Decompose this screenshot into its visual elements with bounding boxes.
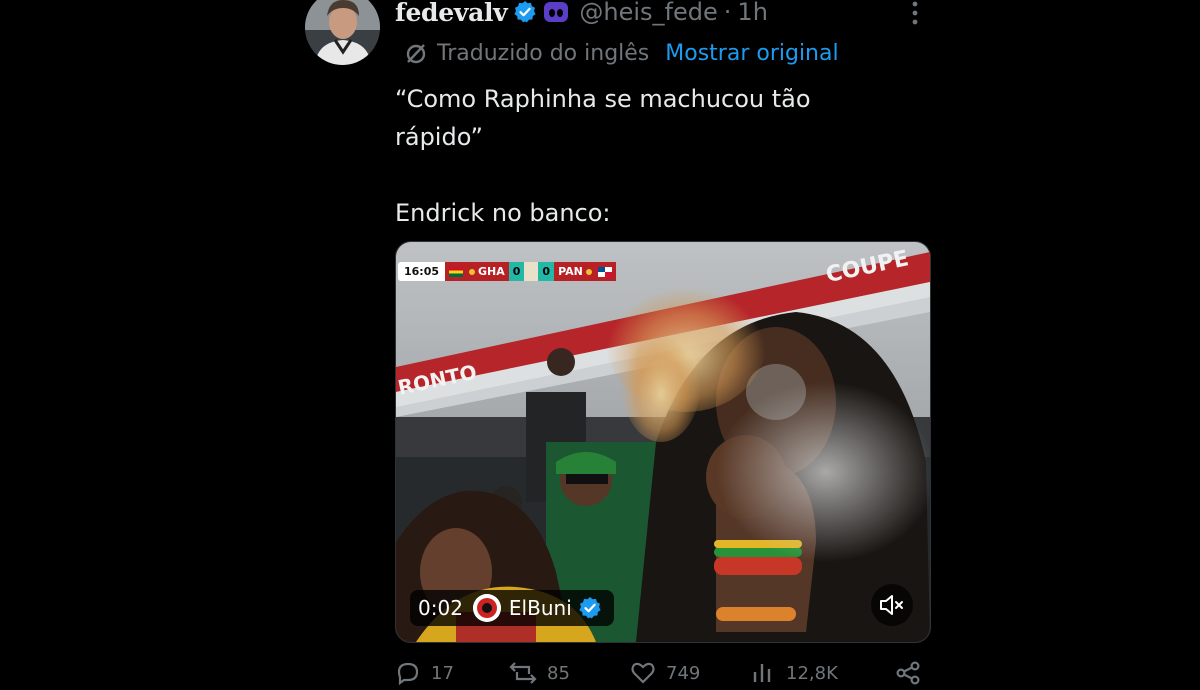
ball-icon <box>585 268 592 275</box>
video-player[interactable]: COUPE RONTO 16:05 GHA 0 0 PAN 0:02 ElBun… <box>395 241 931 643</box>
repost-count: 85 <box>547 662 570 684</box>
repost-button[interactable]: 85 <box>509 660 570 686</box>
away-score: 0 <box>538 262 555 281</box>
tweet-text: “Como Raphinha se machucou tão rápido” E… <box>395 85 811 227</box>
panama-flag-icon <box>597 266 612 277</box>
away-team: PAN <box>558 265 583 278</box>
tournament-logo-icon <box>524 262 539 281</box>
translated-label: Traduzido do inglês <box>437 40 650 66</box>
reply-button[interactable]: 17 <box>395 660 454 686</box>
scorebug: 16:05 GHA 0 0 PAN <box>398 262 616 281</box>
mute-button[interactable] <box>871 584 913 626</box>
reply-icon <box>397 662 419 686</box>
author-avatar[interactable] <box>305 0 380 65</box>
more-dots-icon <box>912 1 918 25</box>
verified-badge-icon[interactable] <box>513 0 537 24</box>
video-timestamp: 0:02 <box>418 596 463 620</box>
more-options-button[interactable] <box>900 0 930 28</box>
tweet-timestamp[interactable]: 1h <box>737 0 767 26</box>
affiliate-badge-icon[interactable] <box>543 1 569 23</box>
author-display-name[interactable]: fedevalv <box>395 0 508 27</box>
views-count: 12,8K <box>786 662 838 684</box>
share-button[interactable] <box>895 660 921 686</box>
scorebug-home: GHA <box>445 262 509 281</box>
source-avatar[interactable] <box>472 594 501 622</box>
repost-icon <box>509 662 537 684</box>
show-original-link[interactable]: Mostrar original <box>665 41 838 66</box>
views-button[interactable]: 12,8K <box>750 660 838 686</box>
like-button[interactable]: 749 <box>630 660 700 686</box>
mute-icon <box>880 595 903 615</box>
author-handle[interactable]: @heis_fede <box>579 0 717 26</box>
ball-icon <box>469 268 476 275</box>
heart-icon <box>631 662 655 684</box>
verified-badge-icon <box>579 597 601 619</box>
source-name[interactable]: ElBuni <box>509 596 572 620</box>
translate-icon <box>406 44 426 64</box>
video-info-pill[interactable]: 0:02 ElBuni <box>410 590 614 626</box>
ghana-flag-icon <box>449 266 464 277</box>
home-team: GHA <box>478 265 505 278</box>
scorebug-away: PAN <box>554 262 616 281</box>
tweet: fedevalv @heis_fede · 1h Traduzido do in… <box>0 0 1200 686</box>
tweet-actions: 17 85 749 12,8K <box>395 660 929 690</box>
tweet-header: fedevalv @heis_fede · 1h <box>395 0 768 30</box>
separator-dot: · <box>723 0 732 26</box>
translation-row: Traduzido do inglês Mostrar original <box>403 40 839 66</box>
video-frame: COUPE RONTO <box>396 242 930 642</box>
reply-count: 17 <box>431 662 454 684</box>
share-icon <box>896 661 920 685</box>
views-icon <box>753 664 771 682</box>
home-score: 0 <box>508 262 525 281</box>
scorebug-clock: 16:05 <box>398 262 446 281</box>
like-count: 749 <box>666 662 701 684</box>
